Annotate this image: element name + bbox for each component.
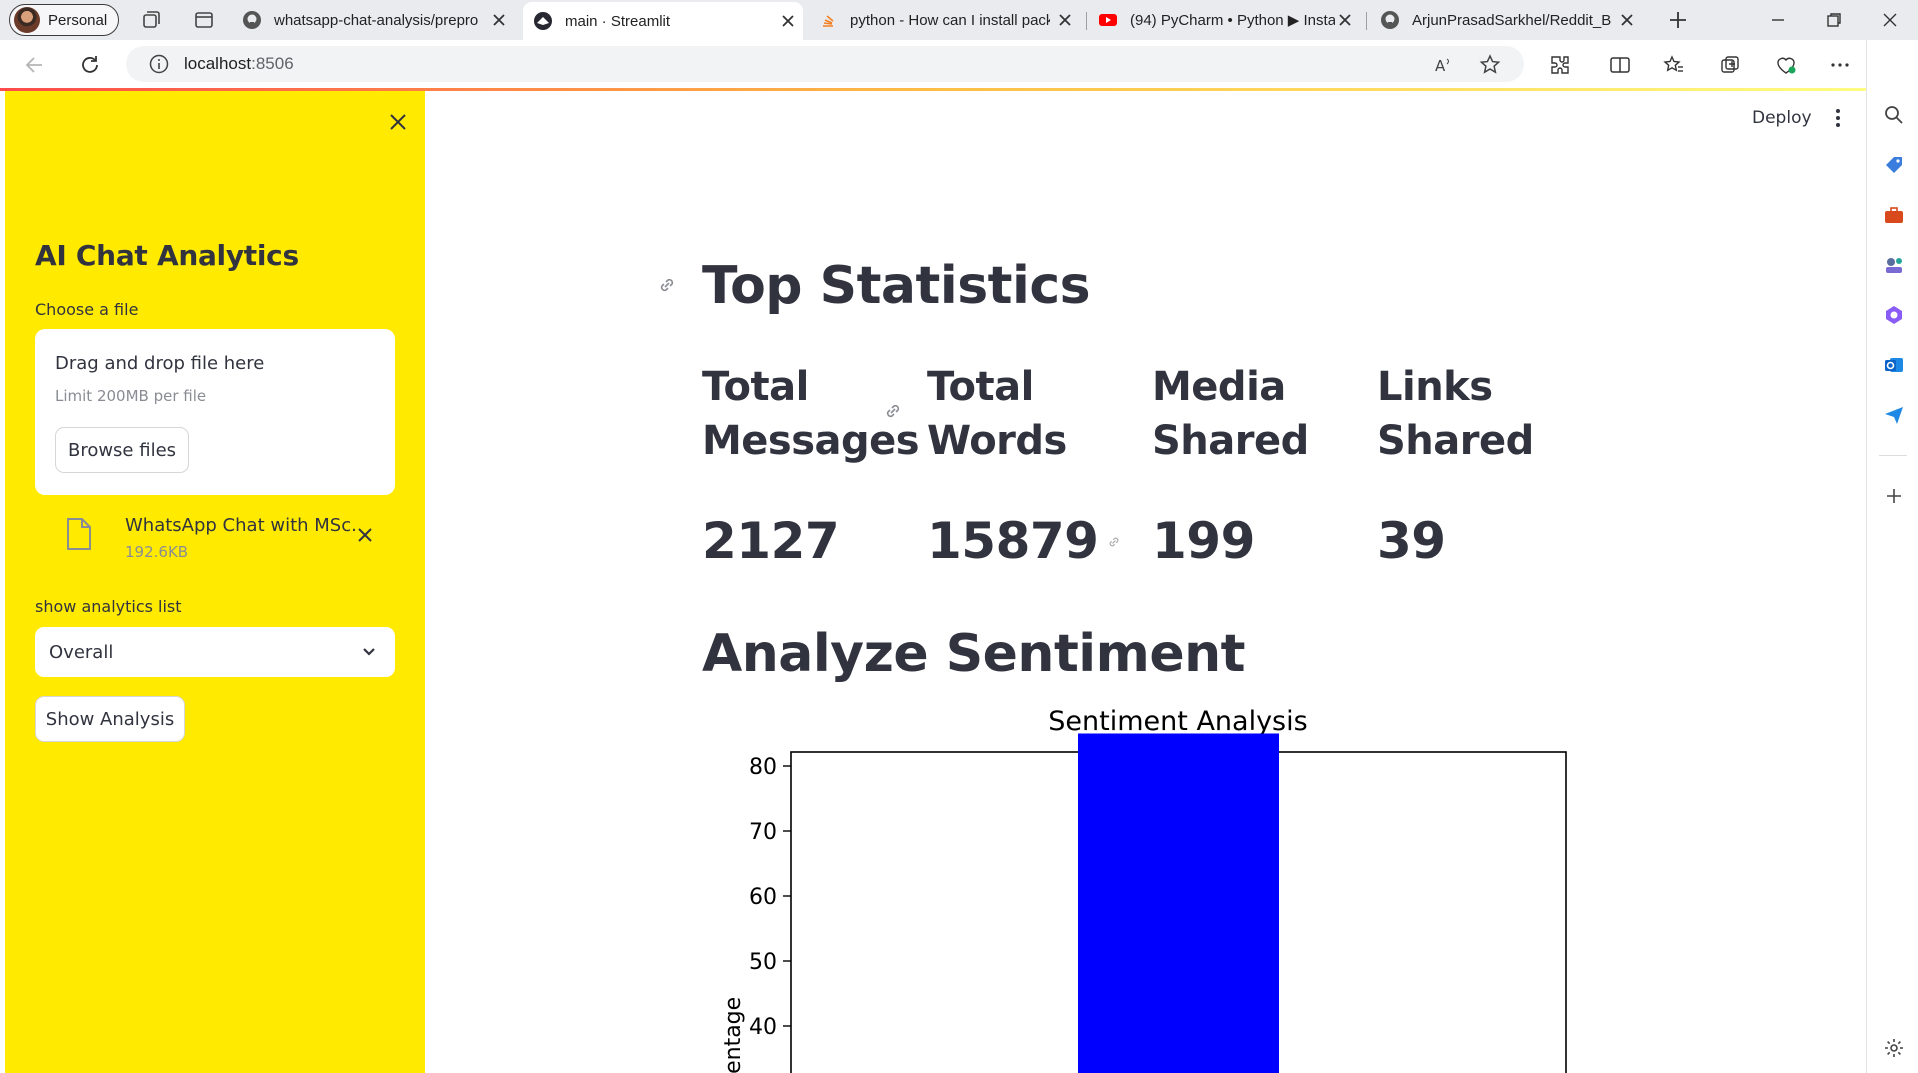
browser-tab-5[interactable]: ArjunPrasadSarkhel/Reddit_Bo xyxy=(1380,4,1642,36)
chart-y-tick-label: 40 xyxy=(749,1015,777,1040)
show-analysis-button[interactable]: Show Analysis xyxy=(35,696,185,742)
metric-label-media-shared: Media Shared xyxy=(1152,364,1309,464)
collections-icon[interactable] xyxy=(1718,53,1742,77)
close-sidebar-icon[interactable] xyxy=(385,109,411,135)
svg-text:A: A xyxy=(1435,57,1446,75)
shopping-tag-icon[interactable] xyxy=(1882,153,1906,177)
back-icon[interactable] xyxy=(22,52,48,78)
stackoverflow-icon xyxy=(823,15,834,27)
select-value: Overall xyxy=(49,641,114,663)
file-uploader-label: Choose a file xyxy=(35,300,139,319)
split-screen-icon[interactable] xyxy=(1608,53,1632,77)
address-bar[interactable]: localhost:8506 A xyxy=(126,46,1524,82)
read-aloud-icon[interactable]: A xyxy=(1432,53,1456,77)
metric-label-links-shared: Links Shared xyxy=(1377,364,1534,464)
metric-label-total-words: Total Words xyxy=(927,364,1067,464)
anchor-link-icon[interactable] xyxy=(656,274,678,296)
browse-files-button[interactable]: Browse files xyxy=(55,427,189,473)
top-statistics-heading: Top Statistics xyxy=(702,256,1091,316)
browser-nav-bar: localhost:8506 A xyxy=(0,40,1918,88)
tools-briefcase-icon[interactable] xyxy=(1882,203,1906,227)
workspaces-icon[interactable] xyxy=(139,8,163,32)
chart-y-axis-label: centage xyxy=(721,997,746,1073)
close-tab-icon[interactable] xyxy=(1336,11,1354,29)
browser-essentials-icon[interactable] xyxy=(1774,53,1798,77)
sentiment-chart: Sentiment Analysis centage 40 50 60 70 80 xyxy=(721,708,1567,1073)
extensions-icon[interactable] xyxy=(1548,53,1572,77)
browser-sidebar-rail xyxy=(1866,40,1918,1073)
streamlit-app: AI Chat Analytics Choose a file Drag and… xyxy=(0,88,1866,1073)
send-icon[interactable] xyxy=(1882,403,1906,427)
chart-y-tick-label: 50 xyxy=(749,950,777,975)
uploaded-file-size: 192.6KB xyxy=(125,543,189,561)
github-icon xyxy=(1381,11,1399,29)
minimize-icon[interactable] xyxy=(1766,8,1790,32)
close-tab-icon[interactable] xyxy=(490,11,508,29)
chart-y-tick-label: 60 xyxy=(749,885,777,910)
main-menu-icon[interactable] xyxy=(1828,107,1848,129)
search-icon[interactable] xyxy=(1882,103,1906,127)
favorite-star-icon[interactable] xyxy=(1478,53,1502,77)
streamlit-icon xyxy=(534,12,552,30)
anchor-link-icon[interactable] xyxy=(882,400,904,422)
analyze-sentiment-heading: Analyze Sentiment xyxy=(702,624,1245,684)
dropzone-instructions: Drag and drop file here xyxy=(55,353,265,374)
deploy-button[interactable]: Deploy xyxy=(1752,108,1812,128)
browser-tab-2[interactable]: main · Streamlit xyxy=(523,2,803,40)
profile-button[interactable]: Personal xyxy=(9,4,119,36)
app-sidebar: AI Chat Analytics Choose a file Drag and… xyxy=(5,91,425,1073)
sidebar-title: AI Chat Analytics xyxy=(35,239,299,272)
select-label: show analytics list xyxy=(35,597,182,616)
games-icon[interactable] xyxy=(1882,253,1906,277)
uploaded-file-name: WhatsApp Chat with MSc... xyxy=(125,515,355,536)
chart-y-tick-label: 70 xyxy=(749,820,777,845)
github-icon xyxy=(243,11,261,29)
settings-gear-icon[interactable] xyxy=(1882,1036,1906,1060)
metric-value-total-messages: 2127 xyxy=(702,512,840,570)
file-icon xyxy=(67,518,91,550)
metric-value-links-shared: 39 xyxy=(1377,512,1446,570)
file-dropzone[interactable]: Drag and drop file here Limit 200MB per … xyxy=(35,329,395,495)
remove-file-icon[interactable] xyxy=(355,525,375,545)
avatar xyxy=(14,7,40,33)
url-host: localhost xyxy=(184,54,252,73)
metric-value-total-words: 15879 xyxy=(927,512,1099,570)
more-menu-icon[interactable] xyxy=(1828,53,1852,77)
refresh-icon[interactable] xyxy=(77,52,103,78)
tab-actions-icon[interactable] xyxy=(192,8,216,32)
chart-title: Sentiment Analysis xyxy=(1048,708,1307,737)
profile-label: Personal xyxy=(48,11,108,29)
new-tab-icon[interactable] xyxy=(1666,8,1690,32)
browser-tab-3[interactable]: python - How can I install pack xyxy=(818,4,1080,36)
close-tab-icon[interactable] xyxy=(1618,11,1636,29)
browser-tab-strip: Personal whatsapp-chat-analysis/prepro m… xyxy=(0,0,1918,40)
analytics-select[interactable]: Overall xyxy=(35,627,395,677)
url-port: :8506 xyxy=(251,54,294,73)
site-info-icon[interactable] xyxy=(148,53,170,75)
youtube-icon xyxy=(1099,14,1117,26)
metric-value-media-shared: 199 xyxy=(1152,512,1255,570)
uploaded-file: WhatsApp Chat with MSc... 192.6KB xyxy=(35,507,395,563)
close-tab-icon[interactable] xyxy=(1056,11,1074,29)
outlook-icon[interactable] xyxy=(1882,353,1906,377)
dropzone-limit: Limit 200MB per file xyxy=(55,387,207,405)
close-window-icon[interactable] xyxy=(1878,8,1902,32)
browser-tab-4[interactable]: (94) PyCharm • Python ▶ Insta xyxy=(1098,4,1360,36)
browser-tab-1[interactable]: whatsapp-chat-analysis/prepro xyxy=(242,4,514,36)
close-tab-icon[interactable] xyxy=(779,12,797,30)
restore-icon[interactable] xyxy=(1822,8,1846,32)
microsoft-365-icon[interactable] xyxy=(1882,303,1906,327)
favorites-icon[interactable] xyxy=(1662,53,1686,77)
chart-bar xyxy=(1078,733,1279,1073)
add-sidebar-app-icon[interactable] xyxy=(1882,484,1906,508)
anchor-link-icon[interactable] xyxy=(1106,534,1122,550)
chart-y-tick-label: 80 xyxy=(749,755,777,780)
chevron-down-icon xyxy=(363,648,375,656)
